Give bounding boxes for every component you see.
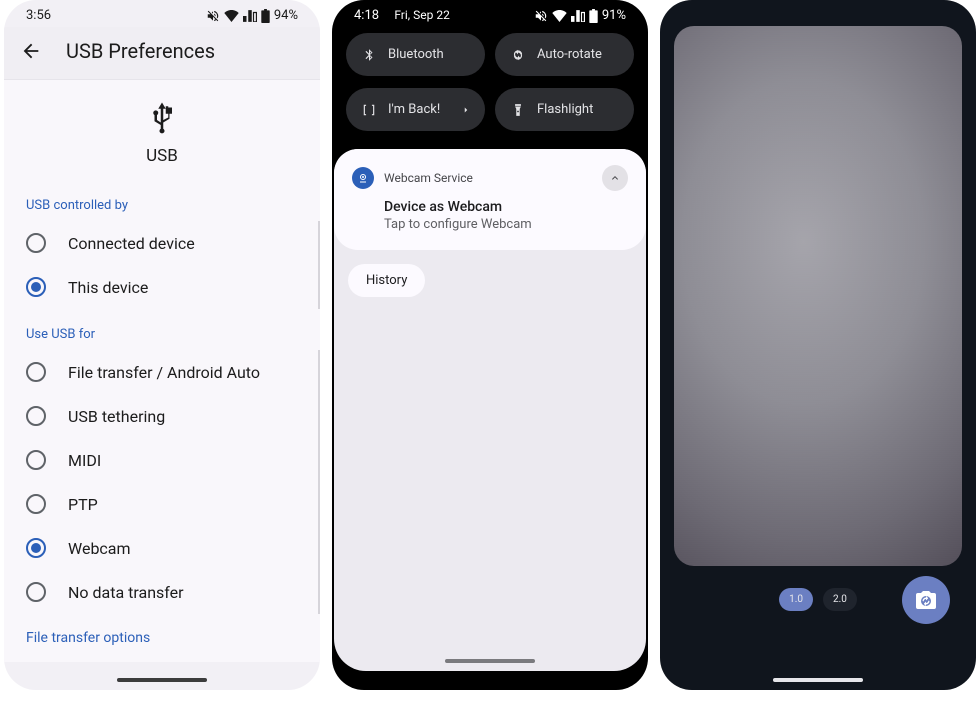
camera-controls: 1.0 2.0: [660, 566, 976, 633]
chevron-up-icon: [609, 172, 621, 184]
qs-tile-label: I'm Back!: [388, 102, 440, 117]
status-time: 4:18: [354, 8, 379, 23]
notification-header: Webcam Service: [352, 165, 628, 191]
controlled-label: Connected device: [68, 234, 195, 253]
use-option[interactable]: File transfer / Android Auto: [4, 350, 318, 394]
qs-tile-bluetooth[interactable]: Bluetooth: [346, 33, 485, 76]
zoom-chip[interactable]: 2.0: [823, 588, 857, 611]
radio-icon: [26, 233, 46, 253]
phone-webcam-preview: 1.0 2.0: [660, 0, 976, 690]
phone-usb-preferences: 3:56 94% USB Preferences USB USB control…: [4, 0, 320, 690]
use-label: File transfer / Android Auto: [68, 363, 260, 382]
qs-row-2: I'm Back! Flashlight: [332, 82, 648, 137]
usb-hero: USB: [4, 80, 320, 180]
qs-row-1: Bluetooth Auto-rotate: [332, 27, 648, 82]
qs-tile-label: Auto-rotate: [537, 47, 602, 62]
battery-icon: [261, 9, 270, 23]
signal-icon: [571, 10, 585, 22]
radio-icon: [26, 494, 46, 514]
notification-app-name: Webcam Service: [384, 171, 473, 185]
qs-tile-label: Flashlight: [537, 102, 593, 117]
section-controlled-by: USB controlled by: [4, 180, 320, 221]
usb-icon: [147, 102, 177, 138]
use-option[interactable]: USB tethering: [4, 394, 318, 438]
usb-hero-label: USB: [146, 146, 178, 166]
switch-camera-icon: [914, 588, 938, 612]
mute-icon: [534, 9, 548, 23]
header: USB Preferences: [4, 27, 320, 80]
use-label: Webcam: [68, 539, 131, 558]
zoom-chips: 1.0 2.0: [779, 588, 857, 611]
qs-tile-label: Bluetooth: [388, 47, 444, 62]
controlled-label: This device: [68, 278, 148, 297]
nav-pill[interactable]: [445, 659, 535, 663]
radio-icon: [26, 582, 46, 602]
use-option[interactable]: PTP: [4, 482, 318, 526]
use-options: File transfer / Android Auto USB tetherin…: [4, 350, 320, 614]
qs-tile-rotate[interactable]: Auto-rotate: [495, 33, 634, 76]
notification-body: Device as Webcam Tap to configure Webcam: [352, 199, 628, 232]
collapse-button[interactable]: [602, 165, 628, 191]
use-option[interactable]: MIDI: [4, 438, 318, 482]
controlled-option[interactable]: This device: [4, 265, 318, 309]
notification-area: Webcam Service Device as Webcam Tap to c…: [334, 149, 646, 671]
notification-subtitle: Tap to configure Webcam: [384, 217, 628, 232]
radio-icon: [26, 362, 46, 382]
status-date: Fri, Sep 22: [394, 8, 450, 22]
radio-icon: [26, 538, 46, 558]
use-label: USB tethering: [68, 407, 165, 426]
use-option[interactable]: No data transfer: [4, 570, 318, 614]
file-transfer-options-link[interactable]: File transfer options: [4, 614, 320, 662]
zoom-chip[interactable]: 1.0: [779, 588, 813, 611]
mute-icon: [206, 9, 220, 23]
controlled-option[interactable]: Connected device: [4, 221, 318, 265]
wifi-icon: [552, 10, 567, 22]
history-chip[interactable]: History: [348, 264, 425, 297]
use-label: MIDI: [68, 451, 101, 470]
status-bar: 3:56 94%: [4, 0, 320, 27]
rotate-icon: [511, 48, 525, 62]
radio-icon: [26, 450, 46, 470]
status-bar: 4:18 Fri, Sep 22 91%: [332, 0, 648, 27]
status-battery: 94%: [274, 8, 298, 23]
bluetooth-icon: [362, 48, 376, 62]
camera-preview[interactable]: [674, 26, 962, 566]
qs-tile-bracket[interactable]: I'm Back!: [346, 88, 485, 131]
wifi-icon: [224, 10, 239, 22]
flashlight-icon: [511, 103, 525, 117]
controlled-options: Connected device This device: [4, 221, 320, 309]
status-icons: 94%: [206, 8, 298, 23]
switch-camera-button[interactable]: [902, 576, 950, 624]
nav-pill[interactable]: [117, 678, 207, 682]
status-battery: 91%: [602, 8, 626, 23]
battery-icon: [589, 9, 598, 23]
status-icons: 91%: [534, 8, 626, 23]
status-time: 3:56: [26, 8, 51, 23]
use-option[interactable]: Webcam: [4, 526, 318, 570]
notification-title: Device as Webcam: [384, 199, 628, 215]
notification-card[interactable]: Webcam Service Device as Webcam Tap to c…: [334, 149, 646, 250]
chevron-right-icon: [461, 105, 471, 115]
phone-quick-settings: 4:18 Fri, Sep 22 91% Bluetooth Auto-rotat…: [332, 0, 648, 690]
signal-icon: [243, 10, 257, 22]
webcam-app-icon: [352, 167, 374, 189]
section-use-for: Use USB for: [4, 309, 320, 350]
use-label: PTP: [68, 495, 98, 514]
back-icon[interactable]: [20, 40, 42, 62]
use-label: No data transfer: [68, 583, 184, 602]
radio-icon: [26, 277, 46, 297]
page-title: USB Preferences: [66, 39, 215, 63]
bracket-icon: [362, 103, 376, 117]
qs-tile-flashlight[interactable]: Flashlight: [495, 88, 634, 131]
radio-icon: [26, 406, 46, 426]
nav-pill[interactable]: [773, 678, 863, 682]
